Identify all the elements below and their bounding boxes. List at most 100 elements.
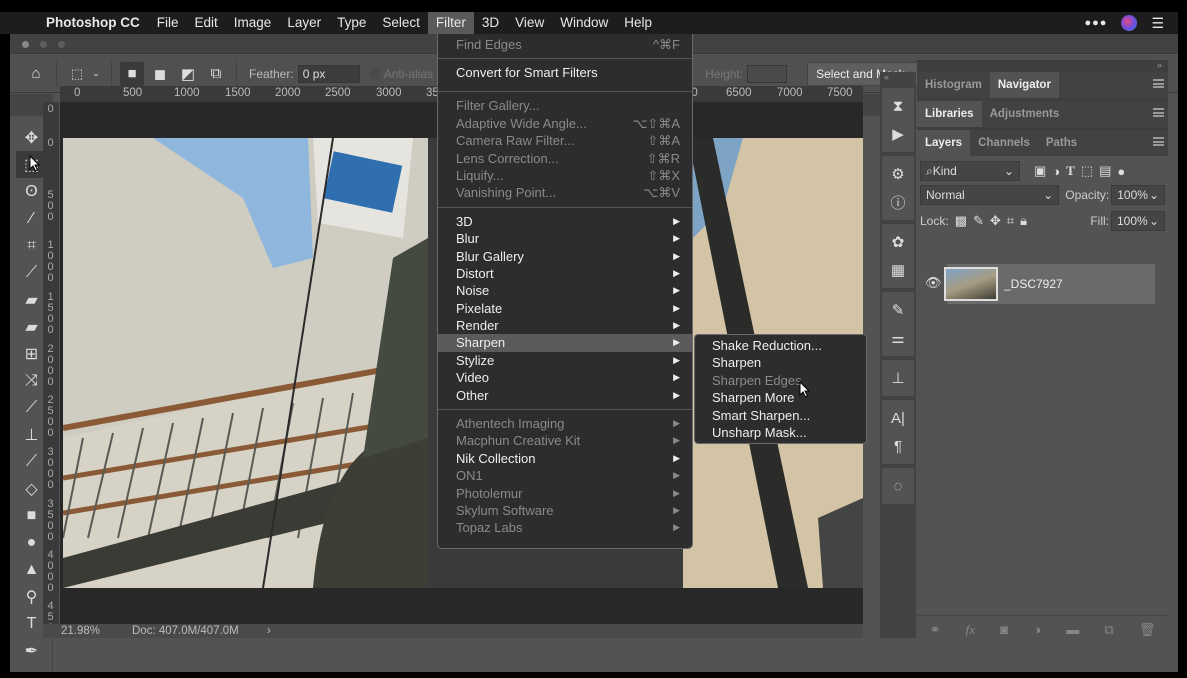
filter-menu-item-topaz-labs[interactable]: Topaz Labs ▶ (438, 519, 692, 536)
smart-object-filter-icon[interactable]: ▤ (1099, 163, 1111, 179)
filter-menu-item-camera-raw-filter[interactable]: Camera Raw Filter... ⇧⌘A (438, 132, 692, 149)
menu-3d[interactable]: 3D (474, 12, 507, 34)
color-palette-icon[interactable]: ✿ (882, 228, 914, 256)
tab-layers[interactable]: Layers (917, 130, 971, 156)
zoom-window-button[interactable] (58, 41, 65, 48)
sharpen-menu-item-sharpen-edges[interactable]: Sharpen Edges (695, 372, 866, 389)
character-icon[interactable]: A| (882, 404, 914, 432)
panel-menu-icon[interactable] (1153, 79, 1164, 88)
sharpen-menu-item-sharpen-more[interactable]: Sharpen More (695, 389, 866, 406)
tab-adjustments[interactable]: Adjustments (982, 101, 1068, 127)
layer-row[interactable]: _DSC7927 (944, 264, 1155, 304)
new-layer-icon[interactable]: ⧉ (1104, 622, 1113, 638)
menu-edit[interactable]: Edit (187, 12, 226, 34)
filter-toggle-icon[interactable]: ● (1117, 164, 1125, 179)
zoom-level[interactable]: 21.98% (43, 625, 115, 637)
menu-window[interactable]: Window (552, 12, 616, 34)
vertical-ruler[interactable]: 005001000150020002500300035004000450 (43, 102, 59, 634)
chevron-down-icon[interactable]: ⌄ (89, 62, 103, 86)
blend-mode-select[interactable]: Normal ⌄ (920, 185, 1060, 205)
lock-position-icon[interactable]: ✥ (990, 213, 1001, 229)
info-icon[interactable]: ⓘ (882, 188, 914, 216)
tab-channels[interactable]: Channels (970, 130, 1038, 156)
learn-lightbulb-icon[interactable]: ◌ (882, 472, 914, 500)
menu-type[interactable]: Type (329, 12, 374, 34)
filter-menu-item-athentech-imaging[interactable]: Athentech Imaging ▶ (438, 415, 692, 432)
sharpen-menu-item-smart-sharpen[interactable]: Smart Sharpen... (695, 407, 866, 424)
lock-transparent-pixels-icon[interactable]: ▩ (955, 213, 967, 229)
siri-icon[interactable] (1121, 15, 1138, 31)
filter-menu-item-noise[interactable]: Noise ▶ (438, 282, 692, 299)
type-layer-filter-icon[interactable]: T (1066, 163, 1075, 179)
filter-menu-item-convert-for-smart-filters[interactable]: Convert for Smart Filters (438, 64, 692, 86)
filter-menu-item-lens-correction[interactable]: Lens Correction... ⇧⌘R (438, 150, 692, 167)
filter-menu-item-other[interactable]: Other ▶ (438, 387, 692, 404)
adjustment-layer-icon[interactable]: ◑ (1033, 622, 1041, 637)
status-expand-icon[interactable]: › (267, 625, 271, 637)
home-icon[interactable]: ⌂ (24, 62, 48, 86)
shape-layer-filter-icon[interactable]: ⬚ (1081, 163, 1093, 179)
menu-layer[interactable]: Layer (279, 12, 329, 34)
filter-menu-item-vanishing-point[interactable]: Vanishing Point... ⌥⌘V (438, 184, 692, 201)
filter-menu-item-pixelate[interactable]: Pixelate ▶ (438, 300, 692, 317)
filter-menu-item-filter-gallery[interactable]: Filter Gallery... (438, 97, 692, 114)
close-window-button[interactable] (22, 41, 29, 48)
sharpen-menu-item-sharpen[interactable]: Sharpen (695, 354, 866, 371)
history-icon[interactable]: ⧗ (882, 92, 914, 120)
minimize-window-button[interactable] (40, 41, 47, 48)
opacity-input[interactable]: 100% ⌄ (1111, 185, 1165, 205)
pen-tool[interactable]: ✒ (10, 637, 53, 664)
filter-menu-item-blur[interactable]: Blur ▶ (438, 230, 692, 247)
intersect-with-selection-icon[interactable]: ⧉ (204, 62, 228, 86)
menu-file[interactable]: File (149, 12, 187, 34)
filter-menu-item-find-edges[interactable]: Find Edges ^⌘F (438, 36, 692, 53)
anti-alias-checkbox[interactable]: Anti-alias (369, 67, 433, 81)
link-layers-icon[interactable]: ⚭ (930, 622, 941, 638)
chevron-down-icon[interactable]: ⌄ (1149, 212, 1159, 230)
filter-menu-item-render[interactable]: Render ▶ (438, 317, 692, 334)
layer-name[interactable]: _DSC7927 (1004, 277, 1063, 291)
sharpen-menu-item-shake-reduction[interactable]: Shake Reduction... (695, 337, 866, 354)
filter-menu-item-3d[interactable]: 3D ▶ (438, 213, 692, 230)
app-menu[interactable]: Photoshop CC (42, 12, 149, 34)
layer-visibility-icon[interactable]: 👁︎ (925, 275, 942, 291)
filter-menu-item-macphun-creative-kit[interactable]: Macphun Creative Kit ▶ (438, 432, 692, 449)
adjustment-layer-filter-icon[interactable]: ◑ (1052, 164, 1060, 179)
filter-menu-item-on1[interactable]: ON1 ▶ (438, 467, 692, 484)
tab-libraries[interactable]: Libraries (917, 101, 982, 127)
fill-input[interactable]: 100% ⌄ (1111, 211, 1165, 231)
tab-navigator[interactable]: Navigator (989, 72, 1059, 98)
fx-icon[interactable]: fx (966, 622, 975, 638)
layer-kind-filter[interactable]: ⌕Kind ⌄ (920, 161, 1020, 181)
filter-menu-item-stylize[interactable]: Stylize ▶ (438, 352, 692, 369)
menu-filter[interactable]: Filter (427, 12, 474, 34)
feather-input[interactable] (297, 64, 360, 83)
collapse-panels-icon[interactable]: » (917, 60, 1168, 72)
filter-menu-item-distort[interactable]: Distort ▶ (438, 265, 692, 282)
filter-menu-item-sharpen[interactable]: Sharpen ▶ (438, 334, 692, 352)
menu-image[interactable]: Image (226, 12, 280, 34)
filter-menu-item-nik-collection[interactable]: Nik Collection ▶ (438, 450, 692, 467)
menu-view[interactable]: View (507, 12, 552, 34)
filter-menu-item-skylum-software[interactable]: Skylum Software ▶ (438, 502, 692, 519)
menu-select[interactable]: Select (374, 12, 428, 34)
filter-menu-item-photolemur[interactable]: Photolemur ▶ (438, 485, 692, 502)
group-folder-icon[interactable]: ▬ (1066, 622, 1079, 637)
tab-paths[interactable]: Paths (1038, 130, 1085, 156)
filter-menu-item-video[interactable]: Video ▶ (438, 369, 692, 386)
add-to-selection-icon[interactable]: ◼ (148, 62, 172, 86)
add-mask-icon[interactable]: ◙ (1000, 622, 1008, 637)
rectangular-marquee-icon[interactable]: ⬚ (65, 62, 89, 86)
filter-menu-item-adaptive-wide-angle[interactable]: Adaptive Wide Angle... ⌥⇧⌘A (438, 115, 692, 132)
brushes-icon[interactable]: ⚌ (882, 324, 914, 352)
chevron-down-icon[interactable]: ⌄ (1149, 186, 1159, 204)
sharpen-menu-item-unsharp-mask[interactable]: Unsharp Mask... (695, 424, 866, 441)
clone-source-icon[interactable]: ⊥ (882, 364, 914, 392)
lock-artboard-icon[interactable]: ⌗ (1007, 213, 1014, 229)
height-input[interactable] (747, 64, 788, 83)
panel-menu-icon[interactable] (1153, 108, 1164, 117)
pixel-layer-filter-icon[interactable]: ▣ (1034, 163, 1046, 179)
lock-image-pixels-icon[interactable]: ✎ (973, 213, 984, 229)
tab-histogram[interactable]: Histogram (917, 72, 990, 98)
menu-help[interactable]: Help (616, 12, 660, 34)
